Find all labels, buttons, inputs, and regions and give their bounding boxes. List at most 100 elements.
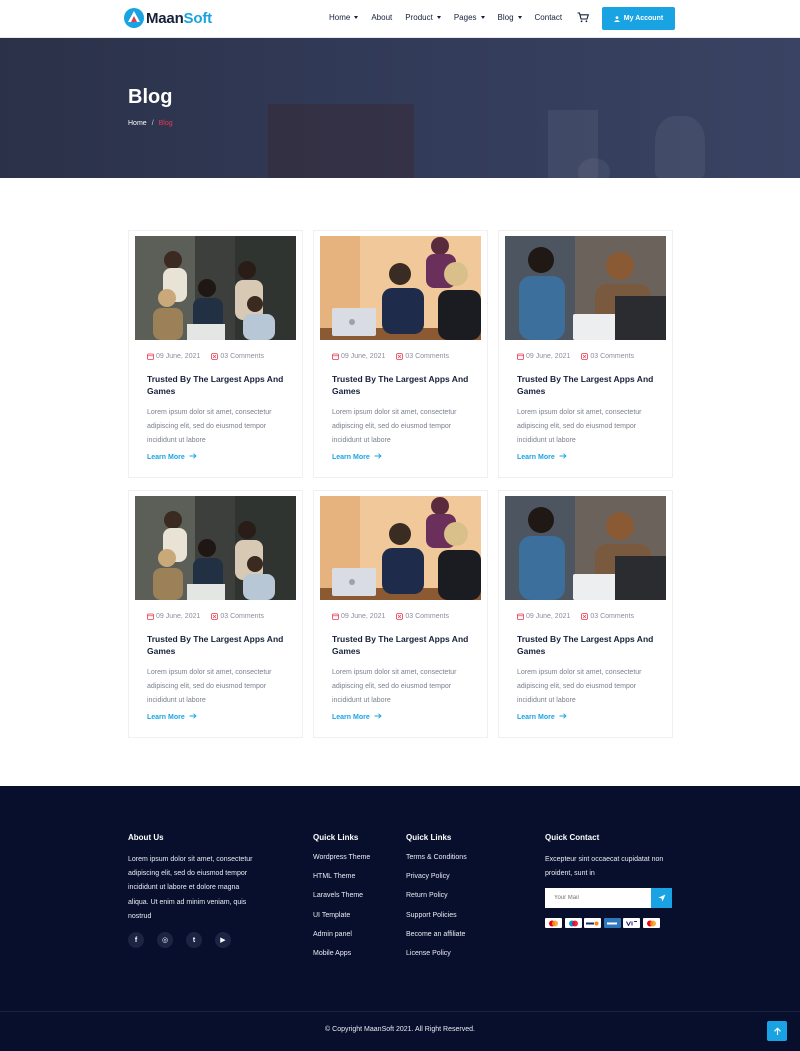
nav-item-contact[interactable]: Contact	[535, 13, 563, 22]
mail-input[interactable]	[545, 888, 651, 908]
blog-card-title[interactable]: Trusted By The Largest Apps And Games	[147, 633, 287, 657]
main-nav: Home About Product Pages Blog Contact	[329, 13, 575, 22]
learn-more-link[interactable]: Learn More	[517, 453, 567, 461]
back-to-top-button[interactable]	[767, 1021, 787, 1041]
calendar-icon	[517, 353, 524, 360]
hero-background-shape	[655, 116, 705, 178]
post-date: 09 June, 2021	[526, 353, 571, 360]
post-comments[interactable]: 03 Comments	[220, 353, 264, 360]
send-button[interactable]	[651, 888, 672, 908]
blog-card-meta: 09 June, 2021 03 Comments	[147, 613, 264, 620]
learn-more-link[interactable]: Learn More	[517, 713, 567, 721]
logo-text-a: Maan	[146, 9, 184, 27]
post-comments[interactable]: 03 Comments	[590, 353, 634, 360]
post-comments[interactable]: 03 Comments	[405, 353, 449, 360]
arrow-right-icon	[189, 453, 197, 459]
blog-card[interactable]: 09 June, 2021 03 Comments Trusted By The L…	[498, 490, 673, 738]
blog-card[interactable]: 09 June, 2021 03 Comments Trusted By The L…	[498, 230, 673, 478]
footer-link[interactable]: Privacy Policy	[406, 872, 467, 891]
learn-more-link[interactable]: Learn More	[147, 453, 197, 461]
breadcrumb-current: Blog	[158, 120, 173, 127]
learn-more-link[interactable]: Learn More	[332, 453, 382, 461]
footer-link[interactable]: Support Policies	[406, 911, 467, 930]
blog-card[interactable]: 09 June, 2021 03 Comments Trusted By The L…	[128, 490, 303, 738]
blog-card-image[interactable]	[135, 236, 296, 340]
comment-icon	[396, 613, 404, 620]
facebook-icon[interactable]: f	[128, 932, 144, 948]
blog-card-meta: 09 June, 2021 03 Comments	[147, 353, 264, 360]
footer-link[interactable]: Admin panel	[313, 930, 370, 949]
youtube-icon[interactable]: ▶	[215, 932, 231, 948]
footer-quick-links-2: Terms & Conditions Privacy Policy Return…	[406, 853, 467, 968]
footer-link[interactable]: Terms & Conditions	[406, 853, 467, 872]
page-hero: Blog Home / Blog	[0, 38, 800, 178]
page-title: Blog	[128, 86, 173, 108]
blog-card-title[interactable]: Trusted By The Largest Apps And Games	[147, 373, 287, 397]
learn-more-link[interactable]: Learn More	[147, 713, 197, 721]
footer-link[interactable]: UI Template	[313, 911, 370, 930]
chevron-down-icon	[436, 16, 441, 19]
calendar-icon	[517, 613, 524, 620]
blog-card[interactable]: 09 June, 2021 03 Comments Trusted By The L…	[313, 230, 488, 478]
post-comments[interactable]: 03 Comments	[405, 613, 449, 620]
calendar-icon	[332, 613, 339, 620]
nav-item-product[interactable]: Product	[405, 13, 441, 22]
blog-card-title[interactable]: Trusted By The Largest Apps And Games	[332, 633, 472, 657]
logo-mark-icon	[124, 8, 144, 28]
chevron-down-icon	[517, 16, 522, 19]
blog-card-excerpt: Lorem ipsum dolor sit amet, consectetur …	[517, 669, 642, 704]
breadcrumb-separator: /	[151, 120, 154, 127]
blog-card[interactable]: 09 June, 2021 03 Comments Trusted By The L…	[313, 490, 488, 738]
blog-card-excerpt: Lorem ipsum dolor sit amet, consectetur …	[147, 669, 272, 704]
logo-text-b: Soft	[183, 9, 213, 27]
post-date: 09 June, 2021	[341, 613, 386, 620]
post-comments[interactable]: 03 Comments	[220, 613, 264, 620]
logo[interactable]: MaanSoft	[124, 7, 212, 29]
nav-item-pages[interactable]: Pages	[454, 13, 485, 22]
footer-contact-heading: Quick Contact	[545, 833, 600, 842]
footer-link[interactable]: Become an affiliate	[406, 930, 467, 949]
arrow-right-icon	[374, 713, 382, 719]
comment-icon	[211, 353, 219, 360]
cart-icon[interactable]	[577, 12, 589, 23]
blog-card-image[interactable]	[505, 236, 666, 340]
user-icon	[614, 15, 620, 22]
blog-card-image[interactable]	[505, 496, 666, 600]
blog-card-excerpt: Lorem ipsum dolor sit amet, consectetur …	[332, 669, 457, 704]
my-account-button[interactable]: My Account	[602, 7, 675, 30]
footer-quick-links-heading: Quick Links	[313, 833, 359, 842]
blog-card-title[interactable]: Trusted By The Largest Apps And Games	[517, 633, 657, 657]
instagram-icon[interactable]: ◎	[157, 932, 173, 948]
nav-item-about[interactable]: About	[371, 13, 392, 22]
learn-more-link[interactable]: Learn More	[332, 713, 382, 721]
calendar-icon	[332, 353, 339, 360]
blog-card-excerpt: Lorem ipsum dolor sit amet, consectetur …	[332, 409, 457, 444]
social-links: f ◎ t ▶	[128, 932, 244, 948]
blog-card-title[interactable]: Trusted By The Largest Apps And Games	[332, 373, 472, 397]
post-comments[interactable]: 03 Comments	[590, 613, 634, 620]
footer-link[interactable]: Mobile Apps	[313, 949, 370, 968]
blog-card-image[interactable]	[320, 496, 481, 600]
footer-link[interactable]: Wordpress Theme	[313, 853, 370, 872]
footer-link[interactable]: Laravels Theme	[313, 891, 370, 910]
footer-about-heading: About Us	[128, 833, 164, 842]
twitter-icon[interactable]: t	[186, 932, 202, 948]
arrow-right-icon	[189, 713, 197, 719]
send-icon	[658, 894, 665, 902]
blog-card-meta: 09 June, 2021 03 Comments	[332, 353, 449, 360]
footer-link[interactable]: HTML Theme	[313, 872, 370, 891]
comment-icon	[581, 353, 589, 360]
nav-item-home[interactable]: Home	[329, 13, 359, 22]
blog-card-image[interactable]	[320, 236, 481, 340]
blog-card-meta: 09 June, 2021 03 Comments	[332, 613, 449, 620]
copyright-text: © Copyright MaanSoft 2021. All Right Res…	[325, 1026, 475, 1033]
blog-card-title[interactable]: Trusted By The Largest Apps And Games	[517, 373, 657, 397]
nav-item-blog[interactable]: Blog	[498, 13, 522, 22]
post-date: 09 June, 2021	[156, 353, 201, 360]
blog-card-excerpt: Lorem ipsum dolor sit amet, consectetur …	[147, 409, 272, 444]
blog-card-image[interactable]	[135, 496, 296, 600]
blog-card[interactable]: 09 June, 2021 03 Comments Trusted By The L…	[128, 230, 303, 478]
breadcrumb-home[interactable]: Home	[128, 120, 147, 127]
footer-link[interactable]: Return Policy	[406, 891, 467, 910]
footer-link[interactable]: License Policy	[406, 949, 467, 968]
